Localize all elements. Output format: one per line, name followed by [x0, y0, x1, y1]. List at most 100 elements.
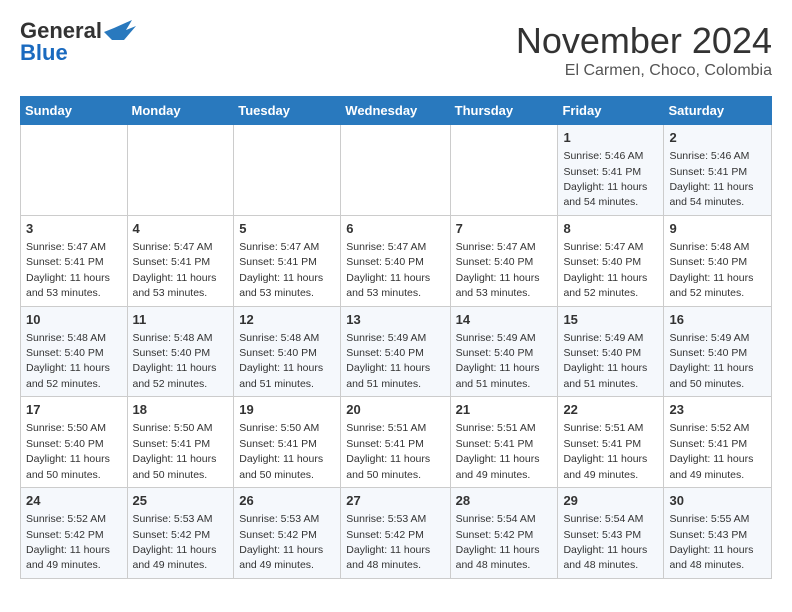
weekday-header-thursday: Thursday [450, 97, 558, 125]
day-number: 1 [563, 129, 658, 147]
day-info: Sunrise: 5:52 AM Sunset: 5:42 PM Dayligh… [26, 513, 110, 571]
day-info: Sunrise: 5:52 AM Sunset: 5:41 PM Dayligh… [669, 422, 753, 480]
day-number: 20 [346, 401, 444, 419]
calendar-cell: 9 Sunrise: 5:48 AM Sunset: 5:40 PM Daylig… [664, 215, 772, 306]
day-info: Sunrise: 5:54 AM Sunset: 5:42 PM Dayligh… [456, 513, 540, 571]
calendar-cell: 28Sunrise: 5:54 AM Sunset: 5:42 PM Dayli… [450, 488, 558, 579]
day-info: Sunrise: 5:47 AM Sunset: 5:41 PM Dayligh… [26, 241, 110, 299]
day-info: Sunrise: 5:54 AM Sunset: 5:43 PM Dayligh… [563, 513, 647, 571]
day-number: 22 [563, 401, 658, 419]
logo-bird-icon [104, 20, 136, 42]
day-info: Sunrise: 5:51 AM Sunset: 5:41 PM Dayligh… [346, 422, 430, 480]
day-number: 19 [239, 401, 335, 419]
calendar-cell: 27 Sunrise: 5:53 AM Sunset: 5:42 PM Dayli… [341, 488, 450, 579]
day-info: Sunrise: 5:47 AM Sunset: 5:41 PM Dayligh… [239, 241, 323, 299]
title-block: November 2024 El Carmen, Choco, Colombia [516, 20, 772, 80]
calendar-cell [341, 125, 450, 216]
calendar-cell: 4 Sunrise: 5:47 AM Sunset: 5:41 PM Daylig… [127, 215, 234, 306]
calendar-cell [127, 125, 234, 216]
day-info: Sunrise: 5:48 AM Sunset: 5:40 PM Dayligh… [239, 332, 323, 390]
calendar-cell: 2 Sunrise: 5:46 AM Sunset: 5:41 PM Daylig… [664, 125, 772, 216]
page-header: General Blue November 2024 El Carmen, Ch… [20, 20, 772, 80]
day-number: 9 [669, 220, 766, 238]
day-info: Sunrise: 5:49 AM Sunset: 5:40 PM Dayligh… [563, 332, 647, 390]
calendar-cell [21, 125, 128, 216]
day-info: Sunrise: 5:49 AM Sunset: 5:40 PM Dayligh… [456, 332, 540, 390]
day-info: Sunrise: 5:50 AM Sunset: 5:40 PM Dayligh… [26, 422, 110, 480]
day-number: 3 [26, 220, 122, 238]
day-info: Sunrise: 5:51 AM Sunset: 5:41 PM Dayligh… [456, 422, 540, 480]
day-number: 30 [669, 492, 766, 510]
day-number: 16 [669, 311, 766, 329]
week-row-5: 24 Sunrise: 5:52 AM Sunset: 5:42 PM Dayli… [21, 488, 772, 579]
location: El Carmen, Choco, Colombia [516, 62, 772, 80]
day-number: 24 [26, 492, 122, 510]
calendar-cell: 7Sunrise: 5:47 AM Sunset: 5:40 PM Daylig… [450, 215, 558, 306]
day-number: 14 [456, 311, 553, 329]
calendar-cell: 10 Sunrise: 5:48 AM Sunset: 5:40 PM Dayli… [21, 306, 128, 397]
day-info: Sunrise: 5:50 AM Sunset: 5:41 PM Dayligh… [239, 422, 323, 480]
day-info: Sunrise: 5:55 AM Sunset: 5:43 PM Dayligh… [669, 513, 753, 571]
day-info: Sunrise: 5:47 AM Sunset: 5:40 PM Dayligh… [456, 241, 540, 299]
calendar-cell: 21Sunrise: 5:51 AM Sunset: 5:41 PM Dayli… [450, 397, 558, 488]
calendar-cell: 25 Sunrise: 5:53 AM Sunset: 5:42 PM Dayli… [127, 488, 234, 579]
day-number: 18 [133, 401, 229, 419]
day-info: Sunrise: 5:47 AM Sunset: 5:40 PM Dayligh… [346, 241, 430, 299]
calendar-cell: 26 Sunrise: 5:53 AM Sunset: 5:42 PM Dayli… [234, 488, 341, 579]
day-number: 13 [346, 311, 444, 329]
day-info: Sunrise: 5:48 AM Sunset: 5:40 PM Dayligh… [133, 332, 217, 390]
calendar-cell: 15 Sunrise: 5:49 AM Sunset: 5:40 PM Dayli… [558, 306, 664, 397]
weekday-header-wednesday: Wednesday [341, 97, 450, 125]
weekday-header-saturday: Saturday [664, 97, 772, 125]
weekday-header-sunday: Sunday [21, 97, 128, 125]
day-number: 10 [26, 311, 122, 329]
day-info: Sunrise: 5:47 AM Sunset: 5:40 PM Dayligh… [563, 241, 647, 299]
week-row-1: 1 Sunrise: 5:46 AM Sunset: 5:41 PM Daylig… [21, 125, 772, 216]
calendar-cell: 30 Sunrise: 5:55 AM Sunset: 5:43 PM Dayli… [664, 488, 772, 579]
day-info: Sunrise: 5:47 AM Sunset: 5:41 PM Dayligh… [133, 241, 217, 299]
day-number: 29 [563, 492, 658, 510]
day-info: Sunrise: 5:53 AM Sunset: 5:42 PM Dayligh… [239, 513, 323, 571]
day-info: Sunrise: 5:48 AM Sunset: 5:40 PM Dayligh… [26, 332, 110, 390]
calendar-cell: 29 Sunrise: 5:54 AM Sunset: 5:43 PM Dayli… [558, 488, 664, 579]
day-info: Sunrise: 5:49 AM Sunset: 5:40 PM Dayligh… [346, 332, 430, 390]
week-row-3: 10 Sunrise: 5:48 AM Sunset: 5:40 PM Dayli… [21, 306, 772, 397]
day-info: Sunrise: 5:53 AM Sunset: 5:42 PM Dayligh… [346, 513, 430, 571]
day-number: 12 [239, 311, 335, 329]
month-title: November 2024 [516, 20, 772, 62]
day-number: 17 [26, 401, 122, 419]
calendar-table: SundayMondayTuesdayWednesdayThursdayFrid… [20, 96, 772, 579]
day-info: Sunrise: 5:50 AM Sunset: 5:41 PM Dayligh… [133, 422, 217, 480]
day-number: 4 [133, 220, 229, 238]
day-number: 5 [239, 220, 335, 238]
day-info: Sunrise: 5:48 AM Sunset: 5:40 PM Dayligh… [669, 241, 753, 299]
day-number: 15 [563, 311, 658, 329]
day-info: Sunrise: 5:46 AM Sunset: 5:41 PM Dayligh… [669, 150, 753, 208]
calendar-cell: 23 Sunrise: 5:52 AM Sunset: 5:41 PM Dayli… [664, 397, 772, 488]
day-number: 23 [669, 401, 766, 419]
week-row-2: 3 Sunrise: 5:47 AM Sunset: 5:41 PM Daylig… [21, 215, 772, 306]
calendar-cell [450, 125, 558, 216]
logo-blue: Blue [20, 40, 68, 65]
day-number: 8 [563, 220, 658, 238]
day-info: Sunrise: 5:51 AM Sunset: 5:41 PM Dayligh… [563, 422, 647, 480]
day-info: Sunrise: 5:53 AM Sunset: 5:42 PM Dayligh… [133, 513, 217, 571]
calendar-cell: 12 Sunrise: 5:48 AM Sunset: 5:40 PM Dayli… [234, 306, 341, 397]
day-number: 2 [669, 129, 766, 147]
calendar-cell [234, 125, 341, 216]
calendar-cell: 5 Sunrise: 5:47 AM Sunset: 5:41 PM Daylig… [234, 215, 341, 306]
calendar-cell: 6 Sunrise: 5:47 AM Sunset: 5:40 PM Daylig… [341, 215, 450, 306]
day-number: 26 [239, 492, 335, 510]
logo: General Blue [20, 20, 136, 64]
calendar-cell: 19 Sunrise: 5:50 AM Sunset: 5:41 PM Dayli… [234, 397, 341, 488]
calendar-cell: 24 Sunrise: 5:52 AM Sunset: 5:42 PM Dayli… [21, 488, 128, 579]
day-number: 25 [133, 492, 229, 510]
calendar-cell: 11 Sunrise: 5:48 AM Sunset: 5:40 PM Dayli… [127, 306, 234, 397]
weekday-header-friday: Friday [558, 97, 664, 125]
calendar-cell: 13 Sunrise: 5:49 AM Sunset: 5:40 PM Dayli… [341, 306, 450, 397]
day-number: 27 [346, 492, 444, 510]
calendar-cell: 16Sunrise: 5:49 AM Sunset: 5:40 PM Dayli… [664, 306, 772, 397]
day-number: 6 [346, 220, 444, 238]
day-number: 11 [133, 311, 229, 329]
week-row-4: 17 Sunrise: 5:50 AM Sunset: 5:40 PM Dayli… [21, 397, 772, 488]
